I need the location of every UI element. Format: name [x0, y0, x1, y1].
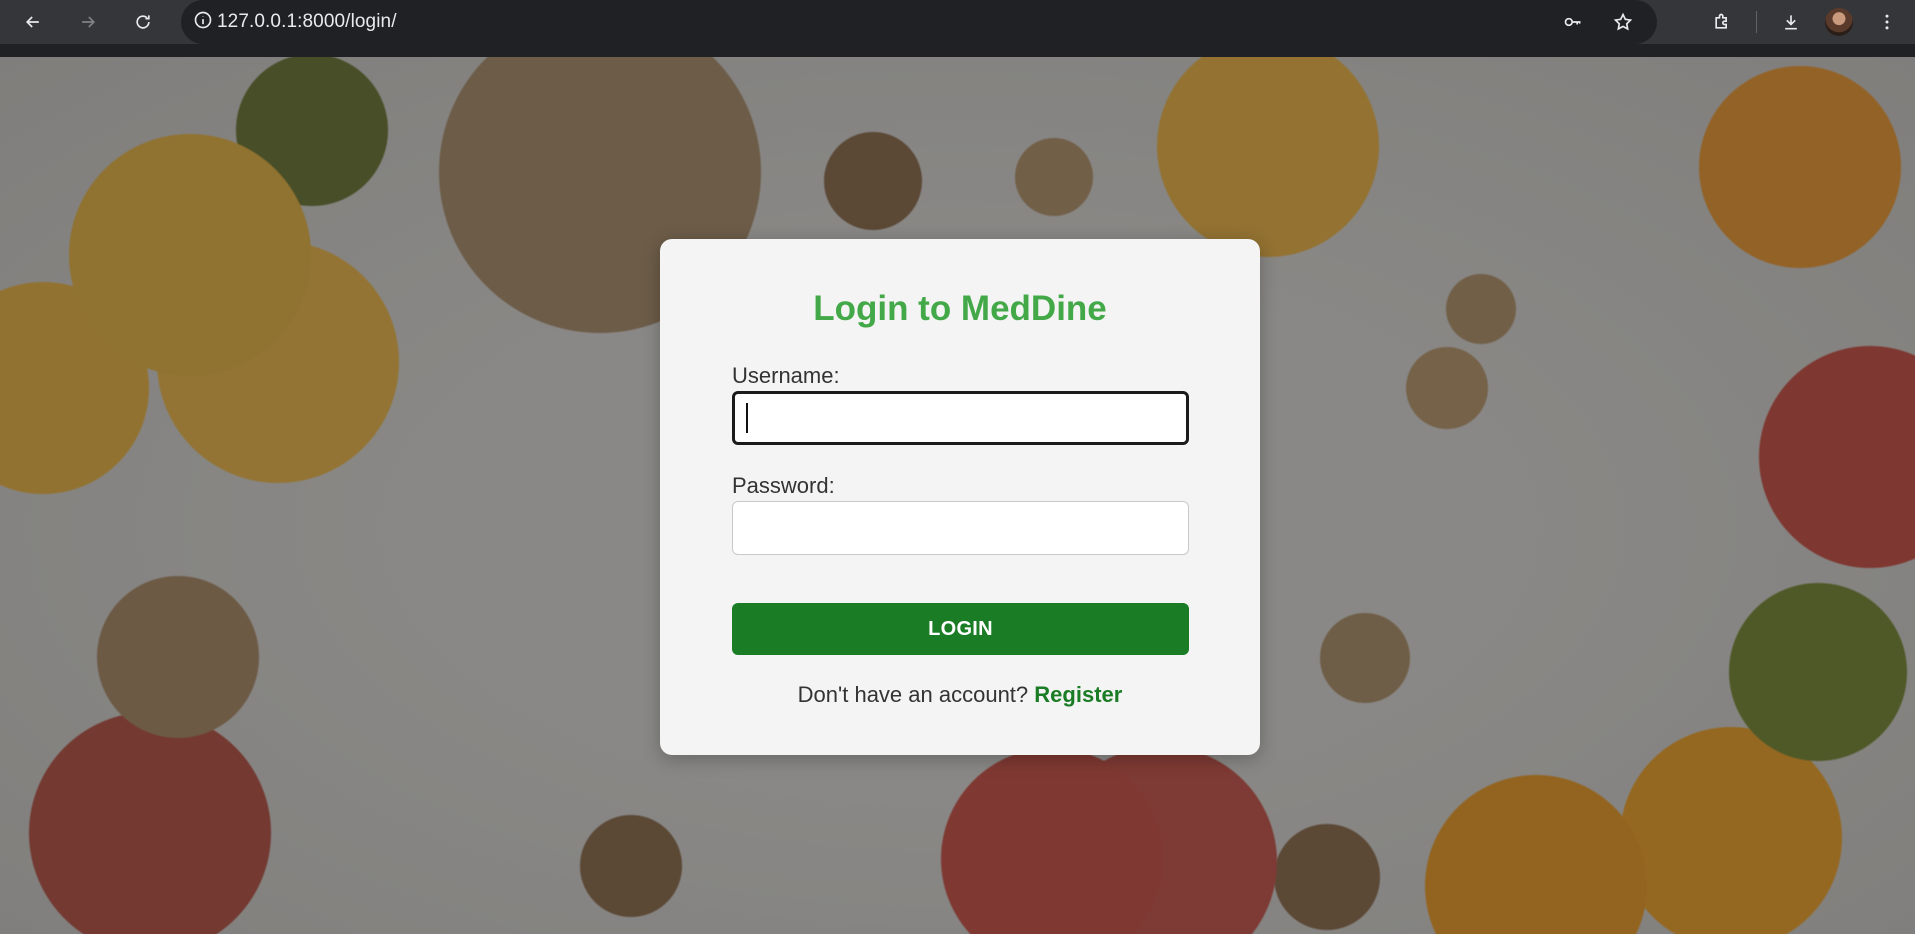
address-bar[interactable]: 127.0.0.1:8000/login/ — [181, 0, 1657, 44]
username-input[interactable] — [732, 391, 1189, 445]
register-prompt-text: Don't have an account? — [797, 682, 1029, 707]
forward-arrow-icon[interactable] — [68, 2, 108, 42]
download-icon[interactable] — [1771, 2, 1811, 42]
info-icon[interactable] — [193, 10, 213, 35]
url-text[interactable]: 127.0.0.1:8000/login/ — [217, 11, 397, 33]
key-icon[interactable] — [1553, 2, 1593, 42]
back-arrow-icon[interactable] — [13, 2, 53, 42]
page-title: Login to MedDine — [813, 289, 1107, 328]
omnibox-actions — [1553, 2, 1643, 42]
puzzle-icon[interactable] — [1702, 2, 1742, 42]
register-prompt: Don't have an account? Register — [660, 682, 1260, 708]
profile-avatar[interactable] — [1825, 8, 1853, 36]
username-label: Username: — [732, 363, 840, 388]
login-card: Login to MedDine Username: Password: LOG… — [660, 239, 1260, 755]
password-input[interactable] — [732, 501, 1189, 555]
password-label: Password: — [732, 473, 835, 498]
text-caret — [746, 403, 748, 433]
toolbar-actions — [1702, 2, 1915, 42]
toolbar-divider — [1756, 11, 1757, 33]
browser-toolbar: 127.0.0.1:8000/login/ — [0, 0, 1915, 44]
login-button[interactable]: LOGIN — [732, 603, 1189, 655]
reload-icon[interactable] — [123, 2, 163, 42]
kebab-menu-icon[interactable] — [1867, 2, 1907, 42]
register-link[interactable]: Register — [1034, 682, 1122, 707]
star-icon[interactable] — [1603, 2, 1643, 42]
nav-buttons — [13, 2, 163, 42]
